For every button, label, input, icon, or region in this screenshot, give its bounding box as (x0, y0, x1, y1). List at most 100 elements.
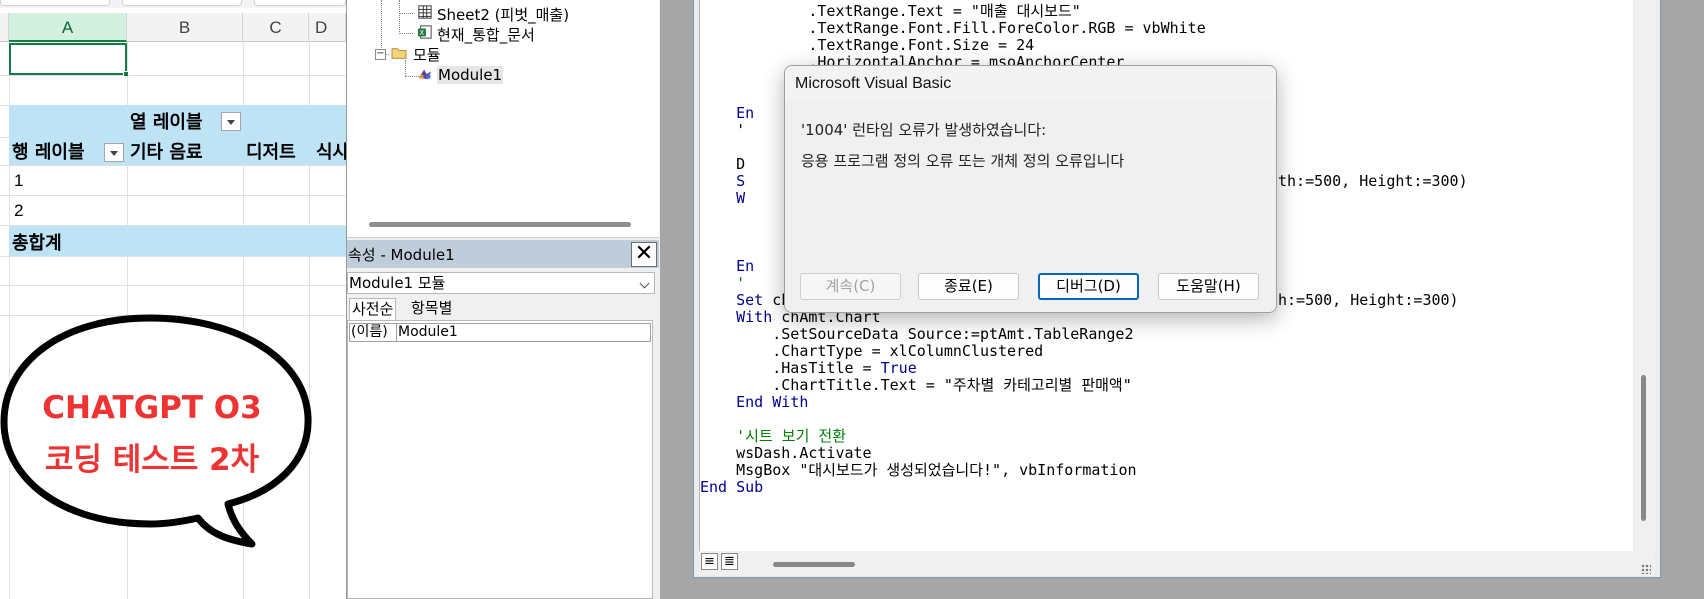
code-line[interactable]: W (700, 190, 745, 207)
code-token: wsDash.Activate (700, 444, 872, 462)
code-statusbar: ≡ ≣ (699, 551, 1655, 576)
code-line[interactable]: .ChartTitle.Text = "주차별 카테고리별 판매액" (700, 377, 1132, 394)
tree-connector (399, 33, 413, 34)
code-vscrollbar[interactable] (1634, 0, 1656, 551)
tree-item-module1[interactable]: Module1 (437, 66, 504, 84)
workbook-icon: X (418, 25, 432, 39)
tree-connector (399, 13, 413, 14)
full-module-view-icon[interactable]: ≣ (721, 553, 738, 570)
sheet-icon (418, 5, 432, 19)
procedure-view-icon[interactable]: ≡ (701, 553, 718, 570)
pivot-col-header: 기타 음료 (130, 142, 203, 163)
close-icon[interactable]: ✕ (631, 242, 657, 267)
speech-bubble-shape (0, 314, 312, 548)
code-token: True (880, 359, 917, 377)
ribbon-tab-edge[interactable] (0, 0, 110, 6)
dialog-titlebar[interactable]: Microsoft Visual Basic (785, 66, 1276, 102)
code-line[interactable]: wsDash.Activate (700, 444, 872, 462)
object-selector-value: Module1 모듈 (349, 274, 446, 292)
tab-categorized[interactable]: 항목별 (409, 298, 454, 320)
pivot-column-labels: 열 레이블 (130, 112, 203, 133)
code-line[interactable]: MsgBox "대시보드가 생성되었습니다!", vbInformation (700, 461, 1137, 479)
code-line[interactable]: D (700, 156, 745, 173)
pivot-row-value[interactable]: 2 (14, 201, 23, 221)
project-explorer: Sheet2 (피벗_매출) X 현재_통합_문서 − 모듈 Module1 (347, 0, 659, 238)
tree-connector (381, 0, 382, 54)
project-hscroll-thumb[interactable] (369, 222, 631, 227)
ribbon-tab-edge[interactable] (122, 0, 242, 6)
tree-item-thisworkbook[interactable]: 현재_통합_문서 (437, 24, 535, 45)
code-token: W (700, 189, 746, 207)
code-token: .HasTitle = (700, 359, 881, 377)
code-line[interactable]: End Sub (700, 479, 763, 496)
object-selector-combo[interactable]: Module1 모듈 (347, 272, 655, 294)
property-key: (이름) (351, 324, 388, 340)
property-row-name[interactable]: (이름) Module1 (349, 323, 651, 342)
folder-icon (391, 48, 407, 59)
column-header-d[interactable]: D (309, 13, 346, 42)
active-cell-a1[interactable] (9, 43, 129, 77)
code-token: En (736, 257, 755, 275)
excel-sheet-pane: A B C D 열 레이블 행 레이블 기타 음료 디저트 식사 1 2 총합계… (0, 0, 346, 599)
bubble-text-line1: CHATGPT O3 (42, 390, 262, 426)
code-token: .TextRange.Font.Size = 24 (700, 36, 1035, 54)
code-line[interactable]: En (700, 105, 754, 122)
code-line[interactable]: End With (700, 394, 808, 411)
code-hscroll-thumb[interactable] (773, 562, 855, 567)
code-line[interactable]: .ChartType = xlColumnClustered (700, 343, 1043, 360)
properties-title: 속성 - Module1 (348, 246, 455, 264)
help-button[interactable]: 도움말(H) (1158, 273, 1259, 300)
collapse-toggle[interactable]: − (375, 49, 386, 60)
tree-connector (405, 60, 406, 76)
resize-grip-icon[interactable] (1641, 564, 1651, 574)
select-all-corner[interactable] (0, 13, 9, 42)
code-token: MsgBox "대시보드가 생성되었습니다!", vbInformation (700, 461, 1137, 479)
vscroll-thumb[interactable] (1641, 375, 1646, 521)
debug-button[interactable]: 디버그(D) (1038, 273, 1139, 300)
code-token: '시트 보기 전환 (700, 427, 847, 445)
vbe-side-panel: Sheet2 (피벗_매출) X 현재_통합_문서 − 모듈 Module1 속… (346, 0, 660, 599)
tree-item-modules[interactable]: 모듈 (413, 44, 441, 65)
code-line[interactable]: .SetSourceData Source:=ptAmt.TableRange2 (700, 326, 1133, 343)
pivot-col-header: 식사 (316, 142, 346, 163)
tree-item-sheet2[interactable]: Sheet2 (피벗_매출) (437, 4, 569, 25)
code-line[interactable]: .TextRange.Text = "매출 대시보드" (700, 2, 1081, 20)
tree-connector (399, 0, 400, 34)
code-line[interactable]: .TextRange.Font.Fill.ForeColor.RGB = vbW… (700, 19, 1206, 37)
column-header-b[interactable]: B (127, 13, 243, 42)
code-token: .SetSourceData Source:=ptAmt.TableRange2 (700, 325, 1134, 343)
code-token: With (736, 308, 773, 326)
code-token: .TextRange.Font.Fill.ForeColor.RGB = vbW… (700, 19, 1206, 37)
grid-line (0, 165, 346, 166)
pivot-row-value[interactable]: 1 (14, 171, 23, 191)
code-line[interactable]: ' (700, 122, 745, 139)
code-line[interactable]: ' (700, 275, 745, 292)
code-line[interactable]: En (700, 258, 754, 275)
module-icon (418, 69, 432, 80)
column-header-a[interactable]: A (9, 13, 127, 42)
ribbon-tab-edge[interactable] (254, 0, 346, 6)
code-line[interactable]: .TextRange.Font.Size = 24 (700, 37, 1034, 54)
properties-titlebar: 속성 - Module1 ✕ (347, 240, 659, 268)
code-line[interactable]: .HasTitle = True (700, 360, 917, 377)
grid-line (0, 75, 346, 76)
tab-alphabetic[interactable]: 사전순 (349, 298, 397, 320)
code-token: ' (700, 274, 746, 292)
grid-line (0, 285, 346, 286)
column-header-c[interactable]: C (243, 13, 309, 42)
fill-handle[interactable] (123, 71, 129, 77)
continue-button[interactable]: 계속(C) (800, 273, 901, 300)
pivot-row-filter-dropdown[interactable] (104, 143, 124, 162)
speech-bubble: CHATGPT O3 코딩 테스트 2차 (0, 312, 320, 552)
code-token: .TextRange.Text = "매출 대시보드" (700, 2, 1081, 20)
property-value[interactable]: Module1 (398, 324, 458, 341)
code-line[interactable]: '시트 보기 전환 (700, 428, 846, 445)
code-token: Set (736, 291, 764, 309)
code-token: S (700, 172, 746, 190)
pivot-column-filter-dropdown[interactable] (221, 112, 241, 131)
end-button[interactable]: 종료(E) (918, 273, 1019, 300)
divider (396, 324, 397, 341)
